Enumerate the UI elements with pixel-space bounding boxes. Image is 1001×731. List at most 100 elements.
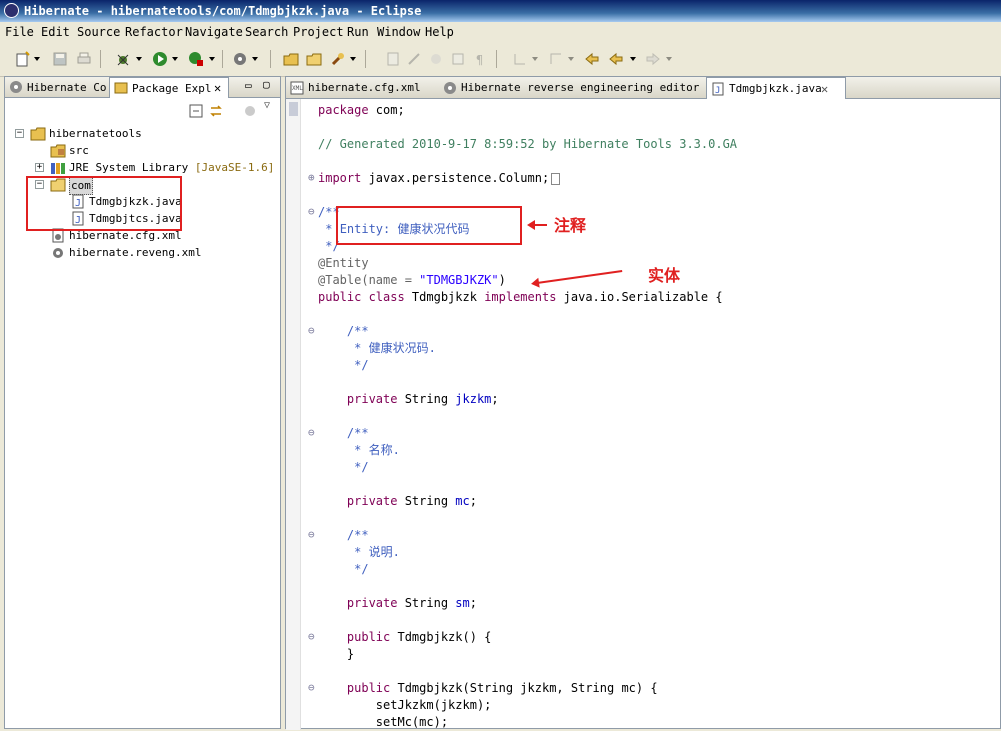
code-line: */	[318, 358, 369, 372]
expand-icon[interactable]: +	[35, 163, 44, 172]
code-line: public Tdmgbjkzk(String jkzkm, String mc…	[318, 681, 658, 695]
print-icon[interactable]	[76, 51, 92, 67]
code-line: /**	[318, 426, 369, 440]
main-toolbar: ¶	[0, 42, 1001, 77]
close-icon[interactable]: ✕	[214, 78, 221, 98]
menu-file[interactable]: File	[5, 22, 34, 42]
code-line: setJkzkm(jkzkm);	[318, 698, 492, 712]
hibernate-dropdown-icon[interactable]	[252, 57, 258, 61]
back-dropdown-icon[interactable]	[630, 57, 636, 61]
show-whitespace-icon[interactable]: ¶	[472, 51, 488, 67]
xml-file-icon: XML	[290, 81, 304, 95]
close-icon[interactable]: ✕	[821, 78, 828, 100]
view-menu-icon[interactable]: ▽	[264, 100, 270, 111]
code-line: private String jkzkm;	[318, 392, 499, 406]
code-line: /**	[318, 324, 369, 338]
view-toolbar: ▽	[5, 98, 280, 123]
menu-run[interactable]: Run	[347, 22, 369, 42]
run-dropdown-icon[interactable]	[172, 57, 178, 61]
collapse-fold-icon[interactable]: ⊖	[308, 682, 317, 693]
menu-source[interactable]: Source	[77, 22, 120, 42]
collapse-icon[interactable]: −	[15, 129, 24, 138]
filter-icon[interactable]	[243, 104, 257, 118]
open-type-icon[interactable]	[283, 51, 299, 67]
code-line: * 健康状况码.	[318, 341, 436, 355]
eclipse-icon	[4, 3, 19, 18]
code-line: import javax.persistence.Column;	[318, 170, 561, 187]
minimize-icon[interactable]: ▭	[245, 79, 252, 92]
run-icon[interactable]	[152, 51, 168, 67]
code-line: @Entity	[318, 256, 369, 270]
hibernate-run-icon[interactable]	[232, 51, 248, 67]
maximize-icon[interactable]: ▢	[263, 78, 270, 91]
next-annotation-icon[interactable]	[512, 51, 528, 67]
tab-package-explorer[interactable]: Package Expl ✕	[109, 77, 229, 98]
open-folder-icon[interactable]	[306, 51, 322, 67]
forward-icon[interactable]	[645, 51, 661, 67]
collapse-fold-icon[interactable]: ⊖	[308, 631, 317, 642]
menu-refactor[interactable]: Refactor	[125, 22, 183, 42]
tab-hibernate-configurations[interactable]: Hibernate Co	[5, 77, 109, 98]
save-icon[interactable]	[52, 51, 68, 67]
tab-reverse-engineering-editor[interactable]: Hibernate reverse engineering editor	[439, 77, 703, 99]
collapse-fold-icon[interactable]: ⊖	[308, 206, 317, 217]
tab-tdmgbjkzk-java[interactable]: J Tdmgbjkzk.java ✕	[706, 77, 846, 99]
menu-help[interactable]: Help	[425, 22, 454, 42]
code-line: setMc(mc);	[318, 715, 449, 729]
code-line: }	[318, 647, 355, 661]
toggle-mark-icon[interactable]	[385, 51, 401, 67]
menu-project[interactable]: Project	[293, 22, 344, 42]
new-dropdown-icon[interactable]	[34, 57, 40, 61]
collapse-fold-icon[interactable]: ⊖	[308, 427, 317, 438]
tab-hibernate-cfg-xml[interactable]: XML hibernate.cfg.xml	[286, 77, 436, 99]
menu-search[interactable]: Search	[245, 22, 288, 42]
forward-dropdown-icon[interactable]	[666, 57, 672, 61]
toolbar-separator	[100, 50, 101, 68]
debug-dropdown-icon[interactable]	[136, 57, 142, 61]
next-annotation-dropdown-icon[interactable]	[532, 57, 538, 61]
hibernate-icon	[10, 81, 22, 93]
debug-icon[interactable]	[115, 51, 131, 67]
block-selection-icon[interactable]	[450, 51, 466, 67]
code-line: package com;	[318, 103, 405, 117]
link-with-editor-icon[interactable]	[209, 104, 223, 118]
tree-label: src	[69, 144, 89, 157]
folded-code-marker	[551, 172, 561, 185]
package-explorer-view: Hibernate Co Package Expl ✕ ▭ ▢ ▽ − hibe…	[4, 76, 281, 729]
code-line: private String mc;	[318, 494, 477, 508]
package-explorer-icon	[114, 82, 128, 94]
search-dropdown-icon[interactable]	[350, 57, 356, 61]
menu-window[interactable]: Window	[377, 22, 420, 42]
external-tools-dropdown-icon[interactable]	[209, 57, 215, 61]
collapse-all-icon[interactable]	[189, 104, 203, 118]
overview-marker	[289, 102, 298, 116]
java-editor: XML hibernate.cfg.xml Hibernate reverse …	[285, 76, 1001, 730]
editor-tabs: XML hibernate.cfg.xml Hibernate reverse …	[286, 77, 1000, 99]
code-line: private String sm;	[318, 596, 477, 610]
pen-icon[interactable]	[406, 51, 422, 67]
new-icon[interactable]	[15, 51, 31, 67]
highlight-icon[interactable]	[428, 51, 444, 67]
search-icon[interactable]	[330, 51, 346, 67]
toolbar-separator	[222, 50, 223, 68]
toolbar-separator	[270, 50, 271, 68]
tab-label: Tdmgbjkzk.java	[729, 82, 822, 95]
expand-fold-icon[interactable]: ⊕	[308, 172, 317, 183]
highlight-box-comment	[336, 206, 522, 245]
editor-gutter	[286, 99, 301, 730]
code-line: */	[318, 460, 369, 474]
code-line: public class Tdmgbjkzk implements java.i…	[318, 290, 723, 304]
menu-navigate[interactable]: Navigate	[185, 22, 243, 42]
last-edit-icon[interactable]	[584, 51, 600, 67]
external-tools-icon[interactable]	[188, 51, 204, 67]
code-line: @Table(name = "TDMGBJKZK")	[318, 273, 506, 287]
prev-annotation-dropdown-icon[interactable]	[568, 57, 574, 61]
collapse-fold-icon[interactable]: ⊖	[308, 325, 317, 336]
menu-edit[interactable]: Edit	[41, 22, 70, 42]
back-icon[interactable]	[608, 51, 624, 67]
highlight-box-package	[26, 176, 182, 231]
toolbar-separator	[496, 50, 497, 68]
collapse-fold-icon[interactable]: ⊖	[308, 529, 317, 540]
prev-annotation-icon[interactable]	[548, 51, 564, 67]
left-view-tabs: Hibernate Co Package Expl ✕ ▭ ▢	[5, 77, 280, 98]
